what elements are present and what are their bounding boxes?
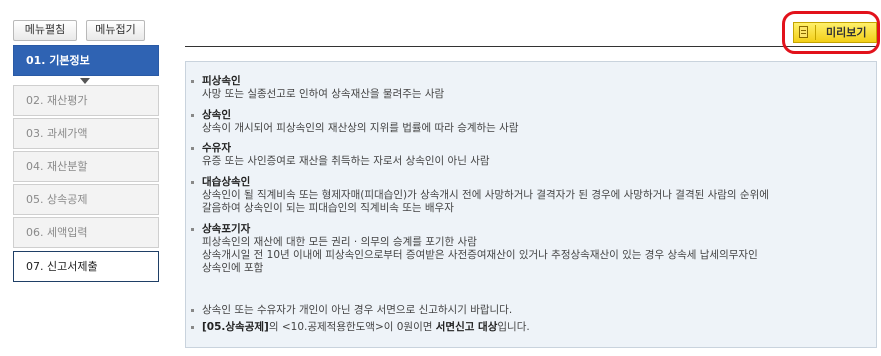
expand-menu-button[interactable]: 메뉴펼침 (13, 20, 77, 41)
preview-label: 미리보기 (826, 26, 867, 39)
note-plain: 입니다. (497, 321, 530, 333)
definition-term: 수유자 (202, 142, 231, 154)
bullet-icon (191, 147, 194, 150)
button-separator (815, 25, 816, 40)
definition-item: 수유자 유증 또는 사인증여로 재산을 취득하는 자로서 상속인이 아닌 사람 (191, 142, 490, 168)
bullet-icon (191, 181, 194, 184)
header-divider (185, 46, 877, 47)
bullet-icon (191, 80, 194, 83)
note-item: 상속인 또는 수유자가 개인이 아닌 경우 서면으로 신고하시기 바랍니다. (191, 304, 513, 317)
menu-item-basic-info[interactable]: 01. 기본정보 (13, 45, 159, 76)
menu-item-tax-input[interactable]: 06. 세액입력 (13, 217, 159, 248)
definition-term: 상속인 (202, 109, 231, 121)
bullet-icon (191, 114, 194, 117)
definition-desc: 상속개시일 전 10년 이내에 피상속인으로부터 증여받은 사전증여재산이 있거… (202, 249, 758, 261)
definition-item: 피상속인 사망 또는 실종선고로 인하여 상속재산을 물려주는 사람 (191, 75, 445, 101)
menu-item-asset-valuation[interactable]: 02. 재산평가 (13, 85, 159, 116)
note-bold: [05.상속공제] (202, 321, 269, 333)
note-text: [05.상속공제]의 <10.공제적용한도액>이 0원이면 서면신고 대상입니다… (202, 321, 530, 334)
collapse-menu-button[interactable]: 메뉴접기 (86, 20, 145, 41)
bullet-icon (191, 309, 194, 312)
definition-desc: 상속인이 될 직계비속 또는 형제자매(피대습인)가 상속개시 전에 사망하거나… (202, 189, 769, 201)
bullet-icon (191, 228, 194, 231)
document-icon (799, 26, 808, 38)
menu-item-inheritance-deduction[interactable]: 05. 상속공제 (13, 184, 159, 215)
note-bold: 서면신고 대상 (435, 321, 498, 333)
definition-desc: 피상속인의 재산에 대한 모든 권리 · 의무의 승계를 포기한 사람 (202, 236, 477, 248)
preview-button[interactable]: 미리보기 (793, 22, 877, 43)
note-item: [05.상속공제]의 <10.공제적용한도액>이 0원이면 서면신고 대상입니다… (191, 321, 530, 334)
menu-item-taxable-value[interactable]: 03. 과세가액 (13, 118, 159, 149)
definition-desc: 상속인에 포함 (202, 262, 264, 274)
menu-item-asset-division[interactable]: 04. 재산분할 (13, 151, 159, 182)
bullet-icon (191, 326, 194, 329)
definition-item: 상속포기자 피상속인의 재산에 대한 모든 권리 · 의무의 승계를 포기한 사… (191, 223, 758, 275)
definition-term: 대습상속인 (202, 176, 251, 188)
note-text: 상속인 또는 수유자가 개인이 아닌 경우 서면으로 신고하시기 바랍니다. (202, 304, 513, 316)
menu-item-submit-return[interactable]: 07. 신고서제출 (13, 251, 159, 282)
definition-item: 대습상속인 상속인이 될 직계비속 또는 형제자매(피대습인)가 상속개시 전에… (191, 176, 769, 215)
definition-desc: 상속이 개시되어 피상속인의 재산상의 지위를 법률에 따라 승계하는 사람 (202, 122, 519, 134)
definition-desc: 사망 또는 실종선고로 인하여 상속재산을 물려주는 사람 (202, 88, 445, 100)
note-plain: 의 <10.공제적용한도액>이 0원이면 (268, 321, 436, 333)
definition-term: 피상속인 (202, 75, 241, 87)
definition-desc: 갈음하여 상속인이 되는 피대습인의 직계비속 또는 배우자 (202, 202, 454, 214)
current-step-arrow-icon (80, 78, 90, 84)
definition-item: 상속인 상속이 개시되어 피상속인의 재산상의 지위를 법률에 따라 승계하는 … (191, 109, 519, 135)
definitions-panel: 피상속인 사망 또는 실종선고로 인하여 상속재산을 물려주는 사람 상속인 상… (185, 61, 877, 348)
definition-term: 상속포기자 (202, 223, 251, 235)
definition-desc: 유증 또는 사인증여로 재산을 취득하는 자로서 상속인이 아닌 사람 (202, 155, 490, 167)
